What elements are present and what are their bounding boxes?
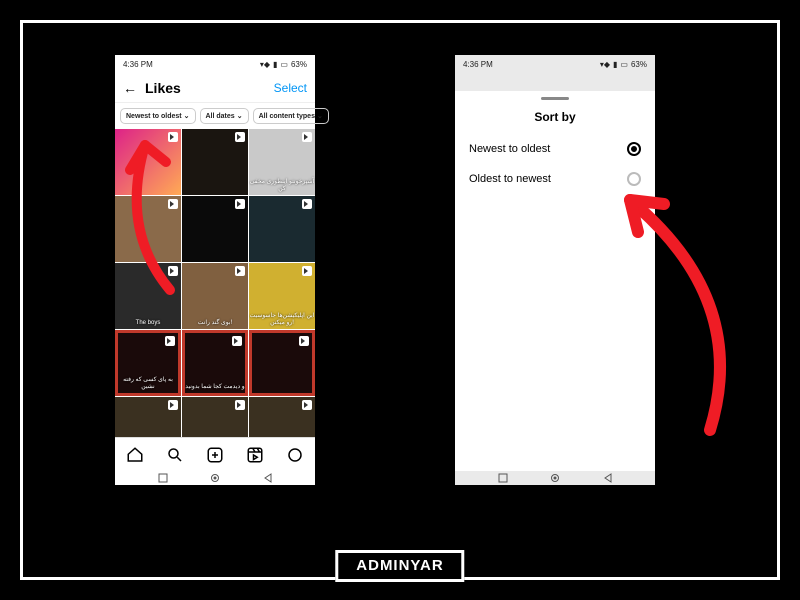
radio-selected-icon	[627, 142, 641, 156]
filter-date[interactable]: All dates ⌄	[200, 108, 249, 124]
grid-item[interactable]	[115, 196, 181, 262]
home-icon[interactable]	[126, 446, 144, 464]
grid-item[interactable]	[115, 129, 181, 195]
chevron-down-icon: ⌄	[237, 112, 243, 120]
watermark-text: ADMINYAR	[356, 557, 443, 574]
android-nav	[115, 471, 315, 485]
reels-icon	[165, 336, 175, 346]
reels-icon[interactable]	[246, 446, 264, 464]
battery-icon: ▭	[280, 60, 288, 69]
wifi-icon: ▾◆	[260, 60, 270, 69]
reels-icon	[302, 199, 312, 209]
phone-likes-screen: 4:36 PM ▾◆ ▮ ▭ 63% ← Likes Select Newest…	[115, 55, 315, 485]
grid-item[interactable]: بوی گند رانت!	[182, 263, 248, 329]
status-bar: 4:36 PM ▾◆ ▮ ▭ 63%	[455, 55, 655, 73]
battery-pct: 63%	[631, 60, 647, 69]
sort-option-oldest[interactable]: Oldest to newest	[455, 164, 655, 194]
watermark: ADMINYAR	[335, 550, 464, 582]
status-time: 4:36 PM	[463, 60, 493, 69]
recent-apps-icon[interactable]	[158, 473, 168, 483]
battery-pct: 63%	[291, 60, 307, 69]
filter-type[interactable]: All content types ⌄	[253, 108, 329, 124]
grid-item[interactable]: و دیدمت کجا شما بدونید	[182, 330, 248, 396]
page-title: Likes	[145, 80, 181, 96]
new-post-icon[interactable]	[206, 446, 224, 464]
filter-type-label: All content types	[259, 113, 315, 120]
grid-item[interactable]: The boys	[115, 263, 181, 329]
filter-sort[interactable]: Newest to oldest ⌄	[120, 108, 196, 124]
filter-date-label: All dates	[206, 113, 235, 120]
reels-icon	[299, 336, 309, 346]
grid-caption: بوی گند رانت!	[198, 319, 232, 326]
grid-item[interactable]: به پای کسی که رفته نشین	[115, 330, 181, 396]
likes-grid: آشپزخونتو اینطوری مخفی کن The boys بوی گ…	[115, 129, 315, 463]
grid-item[interactable]	[182, 129, 248, 195]
signal-icon: ▮	[613, 60, 617, 69]
filter-sort-label: Newest to oldest	[126, 113, 182, 120]
reels-icon	[168, 266, 178, 276]
home-button-icon[interactable]	[550, 473, 560, 483]
home-button-icon[interactable]	[210, 473, 220, 483]
sheet-handle[interactable]	[541, 97, 569, 100]
reels-icon	[302, 266, 312, 276]
wifi-icon: ▾◆	[600, 60, 610, 69]
battery-icon: ▭	[620, 60, 628, 69]
grid-caption: و دیدمت کجا شما بدونید	[185, 383, 244, 390]
reels-icon	[235, 266, 245, 276]
radio-unselected-icon	[627, 172, 641, 186]
option-label: Oldest to newest	[469, 173, 551, 185]
reels-icon	[235, 132, 245, 142]
grid-caption: به پای کسی که رفته نشین	[118, 376, 178, 390]
option-label: Newest to oldest	[469, 143, 550, 155]
sort-bottom-sheet: Sort by Newest to oldest Oldest to newes…	[455, 91, 655, 471]
chevron-down-icon: ⌄	[317, 112, 323, 120]
reels-icon	[168, 199, 178, 209]
back-button-icon[interactable]	[603, 473, 613, 483]
grid-item[interactable]: آشپزخونتو اینطوری مخفی کن	[249, 129, 315, 195]
phone-sort-sheet: 4:36 PM ▾◆ ▮ ▭ 63% Sort by Newest to old…	[455, 55, 655, 485]
filter-bar: Newest to oldest ⌄ All dates ⌄ All conte…	[115, 103, 315, 129]
grid-item[interactable]: این اپلیکیشن‌ها جاسوسیت رو میکنن!	[249, 263, 315, 329]
reels-icon	[302, 132, 312, 142]
status-time: 4:36 PM	[123, 60, 153, 69]
grid-item[interactable]	[249, 196, 315, 262]
back-button[interactable]: ←	[123, 80, 137, 96]
reels-icon	[235, 199, 245, 209]
reels-icon	[235, 400, 245, 410]
reels-icon	[302, 400, 312, 410]
grid-item[interactable]	[249, 330, 315, 396]
grid-caption: The boys	[136, 320, 161, 326]
back-button-icon[interactable]	[263, 473, 273, 483]
reels-icon	[232, 336, 242, 346]
sort-option-newest[interactable]: Newest to oldest	[455, 134, 655, 164]
status-bar: 4:36 PM ▾◆ ▮ ▭ 63%	[115, 55, 315, 73]
search-icon[interactable]	[166, 446, 184, 464]
grid-caption: آشپزخونتو اینطوری مخفی کن	[249, 178, 315, 192]
header: ← Likes Select	[115, 73, 315, 103]
recent-apps-icon[interactable]	[498, 473, 508, 483]
bottom-nav	[115, 437, 315, 471]
signal-icon: ▮	[273, 60, 277, 69]
grid-item[interactable]	[182, 196, 248, 262]
grid-caption: این اپلیکیشن‌ها جاسوسیت رو میکنن!	[249, 312, 315, 326]
select-button[interactable]: Select	[274, 81, 307, 95]
profile-icon[interactable]	[286, 446, 304, 464]
reels-icon	[168, 132, 178, 142]
sheet-title: Sort by	[455, 106, 655, 134]
android-nav	[455, 471, 655, 485]
chevron-down-icon: ⌄	[184, 112, 190, 120]
reels-icon	[168, 400, 178, 410]
